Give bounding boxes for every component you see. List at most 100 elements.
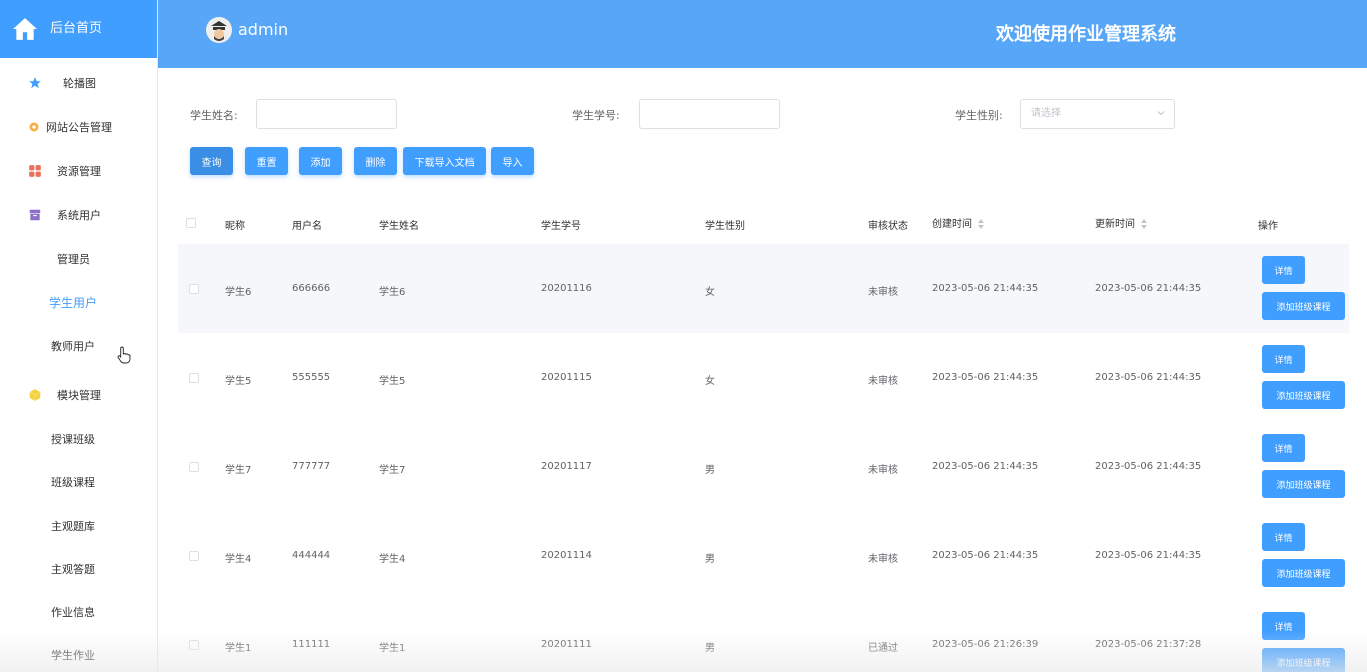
col-nickname: 昵称: [225, 221, 245, 232]
query-button[interactable]: 查询: [190, 147, 233, 175]
cell-student-number: 20201114: [541, 550, 592, 561]
sidebar-item-student-users[interactable]: 学生用户: [0, 290, 157, 314]
add-class-course-button[interactable]: 添加班级课程: [1262, 381, 1345, 409]
cell-created-time: 2023-05-06 21:44:35: [932, 283, 1039, 294]
cell-student-number: 20201111: [541, 639, 592, 650]
cell-review-status: 已通过: [868, 643, 898, 654]
cell-created-time: 2023-05-06 21:26:39: [932, 639, 1039, 650]
col-created-time[interactable]: 创建时间: [932, 215, 985, 230]
table-row: 学生4 444444 学生4 20201114 男 未审核 2023-05-06…: [178, 511, 1349, 600]
sidebar-item-announcement[interactable]: 网站公告管理: [0, 115, 157, 139]
col-updated-time[interactable]: 更新时间: [1095, 215, 1148, 230]
sidebar-home[interactable]: 后台首页: [0, 0, 157, 58]
student-gender-select[interactable]: 请选择: [1020, 99, 1175, 129]
cell-updated-time: 2023-05-06 21:44:35: [1095, 283, 1202, 294]
cell-review-status: 未审核: [868, 554, 898, 565]
add-class-course-button[interactable]: 添加班级课程: [1262, 648, 1345, 672]
sidebar-item-label: 班级课程: [51, 476, 95, 489]
sort-icon[interactable]: [1141, 219, 1148, 229]
cell-student-number: 20201115: [541, 372, 592, 383]
cell-username: 777777: [292, 461, 331, 472]
sidebar: 后台首页 轮播图 网站公告管理 资源管理 系统用户 管理员 学生用户 教师用户: [0, 0, 158, 672]
add-class-course-button[interactable]: 添加班级课程: [1262, 470, 1345, 498]
student-number-label: 学生学号:: [572, 109, 620, 122]
sidebar-item-label: 教师用户: [51, 340, 95, 353]
sidebar-item-label: 模块管理: [57, 389, 101, 402]
cell-student-gender: 女: [705, 287, 715, 298]
sidebar-item-label: 网站公告管理: [46, 121, 112, 134]
add-class-course-button[interactable]: 添加班级课程: [1262, 559, 1345, 587]
sidebar-item-label: 轮播图: [63, 77, 96, 90]
cell-updated-time: 2023-05-06 21:44:35: [1095, 372, 1202, 383]
detail-button[interactable]: 详情: [1262, 345, 1305, 373]
student-name-input[interactable]: [256, 99, 397, 129]
cell-student-number: 20201117: [541, 461, 592, 472]
add-class-course-button[interactable]: 添加班级课程: [1262, 292, 1345, 320]
chevron-down-icon: [1157, 111, 1165, 116]
gender-select-placeholder: 请选择: [1031, 108, 1061, 119]
col-updated-time-label: 更新时间: [1095, 219, 1135, 230]
cell-student-gender: 男: [705, 465, 715, 476]
row-checkbox[interactable]: [189, 284, 199, 294]
sidebar-item-system-users[interactable]: 系统用户: [0, 203, 157, 227]
table-row: 学生5 555555 学生5 20201115 女 未审核 2023-05-06…: [178, 333, 1349, 422]
add-button[interactable]: 添加: [299, 147, 342, 175]
row-checkbox[interactable]: [189, 373, 199, 383]
col-review-status: 审核状态: [868, 221, 908, 232]
avatar[interactable]: [206, 17, 232, 43]
cell-updated-time: 2023-05-06 21:37:28: [1095, 639, 1202, 650]
col-actions: 操作: [1258, 221, 1278, 232]
import-button[interactable]: 导入: [491, 147, 534, 175]
col-student-name: 学生姓名: [379, 221, 419, 232]
col-student-gender: 学生性别: [705, 221, 745, 232]
detail-button[interactable]: 详情: [1262, 612, 1305, 640]
sidebar-item-carousel[interactable]: 轮播图: [0, 71, 157, 95]
detail-button[interactable]: 详情: [1262, 256, 1305, 284]
table-row: 学生6 666666 学生6 20201116 女 未审核 2023-05-06…: [178, 244, 1349, 333]
sidebar-item-admin[interactable]: 管理员: [0, 247, 157, 271]
sidebar-item-question-bank[interactable]: 主观题库: [0, 514, 157, 538]
cell-nickname: 学生5: [225, 376, 252, 387]
student-name-label: 学生姓名:: [190, 109, 238, 122]
sidebar-item-resources[interactable]: 资源管理: [0, 159, 157, 183]
sidebar-item-label: 授课班级: [51, 433, 95, 446]
cell-nickname: 学生6: [225, 287, 252, 298]
admin-username[interactable]: admin: [238, 20, 288, 39]
cell-updated-time: 2023-05-06 21:44:35: [1095, 550, 1202, 561]
row-checkbox[interactable]: [189, 462, 199, 472]
detail-button[interactable]: 详情: [1262, 523, 1305, 551]
sidebar-item-label: 管理员: [57, 253, 90, 266]
cell-student-name: 学生5: [379, 376, 406, 387]
select-all-checkbox[interactable]: [186, 218, 196, 228]
cell-student-gender: 男: [705, 554, 715, 565]
cell-student-name: 学生7: [379, 465, 406, 476]
row-checkbox[interactable]: [189, 551, 199, 561]
sidebar-item-teacher-users[interactable]: 教师用户: [0, 334, 157, 358]
student-number-input[interactable]: [639, 99, 780, 129]
cell-updated-time: 2023-05-06 21:44:35: [1095, 461, 1202, 472]
hand-cursor-icon: [117, 346, 131, 364]
cell-review-status: 未审核: [868, 287, 898, 298]
cell-nickname: 学生7: [225, 465, 252, 476]
sidebar-item-student-homework[interactable]: 学生作业: [0, 643, 157, 667]
reset-button[interactable]: 重置: [245, 147, 288, 175]
col-username: 用户名: [292, 221, 322, 232]
sidebar-item-answers[interactable]: 主观答题: [0, 557, 157, 581]
cell-student-name: 学生4: [379, 554, 406, 565]
cell-student-gender: 女: [705, 376, 715, 387]
sidebar-item-modules[interactable]: 模块管理: [0, 383, 157, 407]
sidebar-item-homework-info[interactable]: 作业信息: [0, 600, 157, 624]
sidebar-item-label: 资源管理: [57, 165, 101, 178]
row-checkbox[interactable]: [189, 640, 199, 650]
cell-username: 444444: [292, 550, 331, 561]
col-student-number: 学生学号: [541, 221, 581, 232]
sidebar-item-class-courses[interactable]: 班级课程: [0, 470, 157, 494]
download-template-button[interactable]: 下载导入文档: [403, 147, 486, 175]
cube-icon: [29, 389, 41, 401]
home-icon: [13, 18, 37, 40]
detail-button[interactable]: 详情: [1262, 434, 1305, 462]
sort-icon[interactable]: [978, 219, 985, 229]
cell-created-time: 2023-05-06 21:44:35: [932, 372, 1039, 383]
sidebar-item-classes[interactable]: 授课班级: [0, 427, 157, 451]
delete-button[interactable]: 删除: [354, 147, 397, 175]
